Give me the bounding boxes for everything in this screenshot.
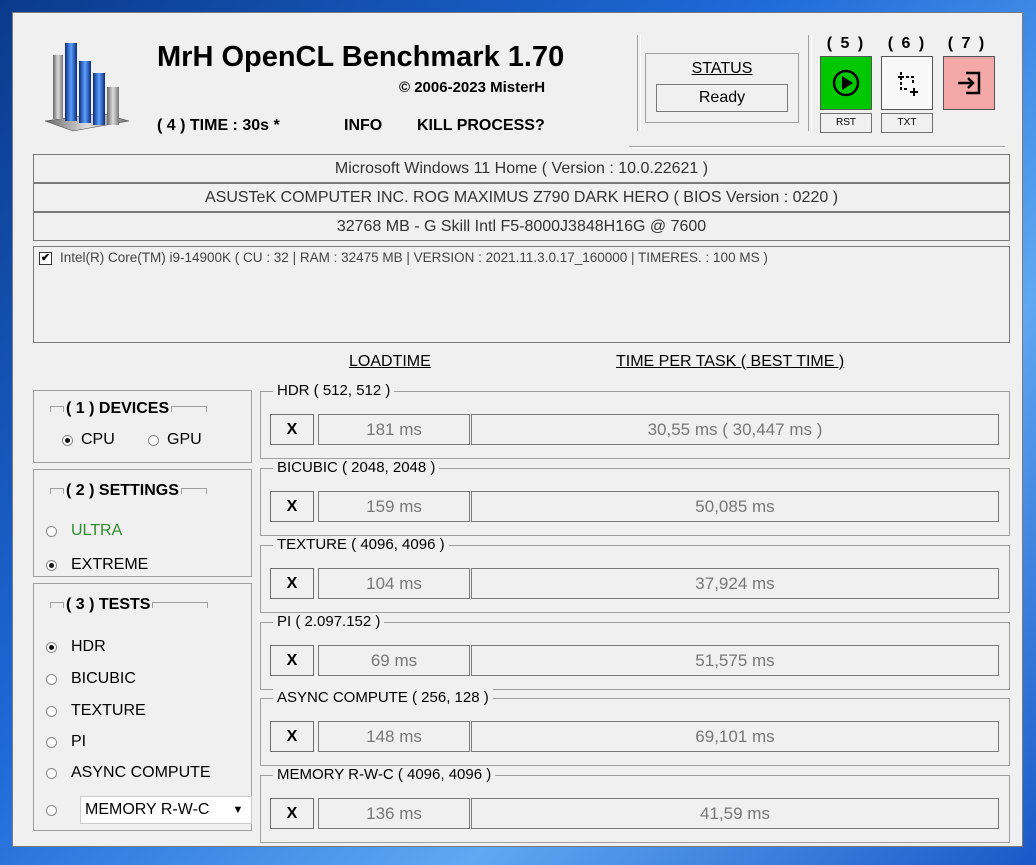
- kill-process-menu[interactable]: KILL PROCESS?: [417, 117, 545, 135]
- test-option-async[interactable]: ASYNC COMPUTE: [46, 764, 211, 782]
- radio-hdr[interactable]: [46, 641, 57, 653]
- capture-number: ( 6 ): [887, 35, 927, 52]
- app-window: MrH OpenCL Benchmark 1.70 © 2006-2023 Mi…: [12, 12, 1023, 847]
- radio-async-compute[interactable]: [46, 767, 57, 779]
- memory-info: 32768 MB - G Skill Intl F5-8000J3848H16G…: [33, 212, 1010, 241]
- status-value: Ready: [656, 84, 788, 112]
- setting-option-extreme[interactable]: EXTREME: [46, 556, 148, 574]
- clear-result-button[interactable]: X: [270, 645, 314, 676]
- clear-result-button[interactable]: X: [270, 414, 314, 445]
- radio-texture[interactable]: [46, 705, 57, 717]
- task-time-value: 69,101 ms: [471, 721, 999, 752]
- benchmark-logo-icon: [44, 43, 130, 132]
- task-time-value: 37,924 ms: [471, 568, 999, 599]
- task-time-value: 41,59 ms: [471, 798, 999, 829]
- run-button[interactable]: [820, 56, 872, 110]
- result-group-texture: TEXTURE ( 4096, 4096 ) X 104 ms 37,924 m…: [260, 536, 1010, 613]
- os-info: Microsoft Windows 11 Home ( Version : 10…: [33, 154, 1010, 183]
- clear-result-button[interactable]: X: [270, 798, 314, 829]
- memory-test-combo[interactable]: MEMORY R-W-C ▼: [80, 796, 252, 824]
- setting-option-ultra[interactable]: ULTRA: [46, 522, 122, 540]
- loadtime-value: 104 ms: [318, 568, 470, 599]
- radio-cpu[interactable]: [62, 434, 73, 446]
- radio-ultra[interactable]: [46, 525, 57, 537]
- header-divider: [629, 146, 1005, 148]
- settings-panel: ( 2 ) SETTINGS ULTRA EXTREME: [33, 469, 252, 577]
- time-menu[interactable]: ( 4 ) TIME : 30s *: [157, 117, 280, 135]
- task-time-value: 51,575 ms: [471, 645, 999, 676]
- loadtime-value: 181 ms: [318, 414, 470, 445]
- device-option-gpu[interactable]: GPU: [148, 431, 202, 449]
- result-group-hdr: HDR ( 512, 512 ) X 181 ms 30,55 ms ( 30,…: [260, 382, 1010, 459]
- tests-panel-title: ( 3 ) TESTS: [50, 596, 209, 614]
- radio-memory[interactable]: [46, 805, 57, 817]
- result-group-async-compute: ASYNC COMPUTE ( 256, 128 ) X 148 ms 69,1…: [260, 689, 1010, 766]
- app-title: MrH OpenCL Benchmark 1.70: [157, 41, 565, 73]
- radio-gpu[interactable]: [148, 434, 159, 446]
- loadtime-value: 69 ms: [318, 645, 470, 676]
- test-option-hdr[interactable]: HDR: [46, 638, 106, 656]
- exit-number: ( 7 ): [947, 35, 987, 52]
- result-title: ASYNC COMPUTE ( 256, 128 ): [273, 689, 493, 706]
- test-option-bicubic[interactable]: BICUBIC: [46, 670, 136, 688]
- devices-panel-title: ( 1 ) DEVICES: [50, 400, 208, 418]
- result-title: TEXTURE ( 4096, 4096 ): [273, 536, 449, 553]
- board-info: ASUSTeK COMPUTER INC. ROG MAXIMUS Z790 D…: [33, 183, 1010, 212]
- reset-button[interactable]: RST: [820, 113, 872, 133]
- result-title: HDR ( 512, 512 ): [273, 382, 395, 399]
- exit-icon: [958, 71, 981, 95]
- result-group-memory: MEMORY R-W-C ( 4096, 4096 ) X 136 ms 41,…: [260, 766, 1010, 843]
- device-option-cpu[interactable]: CPU: [62, 431, 115, 449]
- txt-button[interactable]: TXT: [881, 113, 933, 133]
- result-title: MEMORY R-W-C ( 4096, 4096 ): [273, 766, 496, 783]
- result-title: BICUBIC ( 2048, 2048 ): [273, 459, 440, 476]
- result-group-pi: PI ( 2.097.152 ) X 69 ms 51,575 ms: [260, 613, 1010, 690]
- radio-bicubic[interactable]: [46, 673, 57, 685]
- clear-result-button[interactable]: X: [270, 721, 314, 752]
- settings-panel-title: ( 2 ) SETTINGS: [50, 482, 207, 500]
- loadtime-value: 159 ms: [318, 491, 470, 522]
- run-number: ( 5 ): [826, 35, 866, 52]
- radio-extreme[interactable]: [46, 559, 57, 571]
- result-title: PI ( 2.097.152 ): [273, 613, 385, 630]
- task-time-header: TIME PER TASK ( BEST TIME ): [616, 353, 845, 370]
- toolbar-separator: [808, 35, 812, 131]
- header-separator: [637, 35, 641, 131]
- loadtime-header: LOADTIME: [349, 353, 431, 370]
- task-time-value: 50,085 ms: [471, 491, 999, 522]
- info-menu[interactable]: INFO: [344, 117, 382, 135]
- copyright: © 2006-2023 MisterH: [399, 79, 546, 96]
- clear-result-button[interactable]: X: [270, 568, 314, 599]
- test-option-texture[interactable]: TEXTURE: [46, 702, 146, 720]
- loadtime-value: 136 ms: [318, 798, 470, 829]
- clear-result-button[interactable]: X: [270, 491, 314, 522]
- test-option-pi[interactable]: PI: [46, 733, 86, 751]
- test-option-memory[interactable]: MEMORY R-W-C ▼: [46, 789, 256, 825]
- play-icon: [832, 69, 860, 97]
- devices-panel: ( 1 ) DEVICES CPU GPU: [33, 390, 252, 463]
- result-group-bicubic: BICUBIC ( 2048, 2048 ) X 159 ms 50,085 m…: [260, 459, 1010, 536]
- chevron-down-icon[interactable]: ▼: [225, 797, 251, 823]
- loadtime-value: 148 ms: [318, 721, 470, 752]
- device-list: ✔ Intel(R) Core(TM) i9-14900K ( CU : 32 …: [33, 246, 1010, 343]
- tests-panel: ( 3 ) TESTS HDR BICUBIC TEXTURE PI ASYNC…: [33, 583, 252, 831]
- combo-value: MEMORY R-W-C: [85, 801, 210, 818]
- capture-button[interactable]: [881, 56, 933, 110]
- radio-pi[interactable]: [46, 736, 57, 748]
- device-checkbox[interactable]: ✔: [39, 252, 52, 265]
- task-time-value: 30,55 ms ( 30,447 ms ): [471, 414, 999, 445]
- status-label: STATUS: [691, 60, 753, 77]
- screenshot-icon: [896, 72, 918, 96]
- exit-button[interactable]: [943, 56, 995, 110]
- device-info: Intel(R) Core(TM) i9-14900K ( CU : 32 | …: [60, 250, 768, 265]
- status-group: STATUS Ready: [645, 53, 799, 123]
